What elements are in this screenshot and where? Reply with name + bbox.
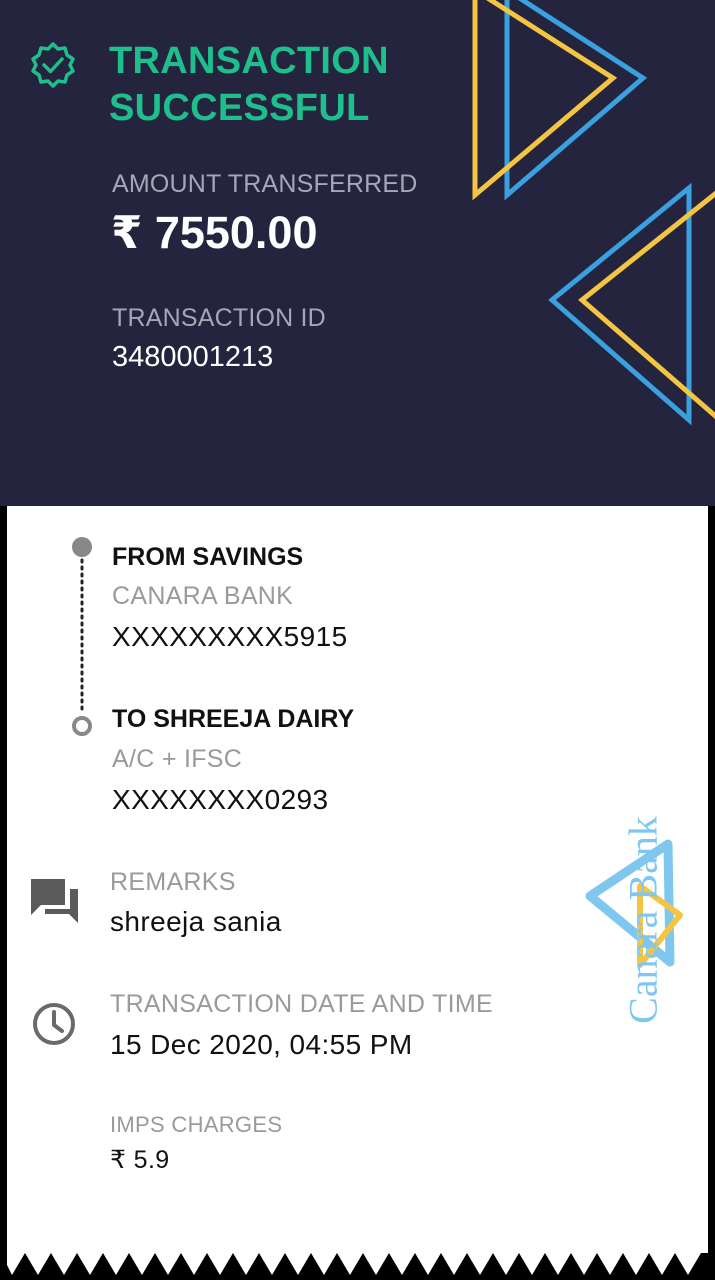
charges-value: ₹ 5.9 [110, 1146, 170, 1174]
timeline-end-dot [72, 716, 92, 736]
clock-icon [33, 1003, 75, 1045]
transaction-id-label: TRANSACTION ID [112, 304, 326, 332]
remarks-value: shreeja sania [110, 906, 282, 937]
check-badge-icon [31, 42, 75, 88]
to-account-title: TO SHREEJA DAIRY [112, 705, 355, 733]
watermark-text: Canara Bank [620, 816, 666, 1024]
to-account-number: XXXXXXXX0293 [112, 784, 329, 815]
timeline-start-dot [72, 537, 92, 557]
chat-bubbles-icon [31, 879, 78, 923]
from-bank-name: CANARA BANK [112, 582, 294, 610]
header-panel: TRANSACTION SUCCESSFUL AMOUNT TRANSFERRE… [0, 0, 715, 506]
remarks-label: REMARKS [110, 868, 236, 896]
from-account-title: FROM SAVINGS [112, 543, 304, 571]
datetime-value: 15 Dec 2020, 04:55 PM [110, 1029, 413, 1060]
transaction-id-value: 3480001213 [112, 341, 274, 373]
amount-label: AMOUNT TRANSFERRED [112, 170, 418, 198]
status-title: TRANSACTION SUCCESSFUL [109, 40, 389, 129]
from-account-number: XXXXXXXXX5915 [112, 621, 348, 652]
charges-label: IMPS CHARGES [110, 1112, 283, 1137]
to-account-type: A/C + IFSC [112, 745, 243, 773]
transfer-timeline [72, 537, 92, 736]
datetime-label: TRANSACTION DATE AND TIME [110, 990, 494, 1018]
amount-value: ₹ 7550.00 [111, 207, 318, 258]
torn-edge [0, 1243, 715, 1280]
